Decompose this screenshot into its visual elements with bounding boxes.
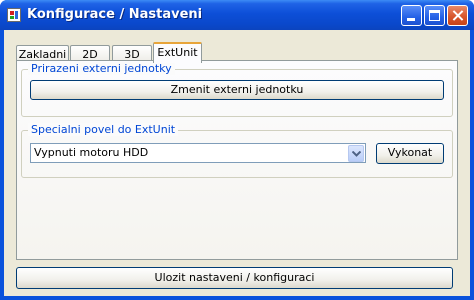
- command-select[interactable]: Vypnuti motoru HDD: [30, 143, 366, 163]
- maximize-button[interactable]: [424, 5, 445, 26]
- execute-button[interactable]: Vykonat: [376, 143, 444, 164]
- group-legend: Prirazeni externi jednotky: [28, 62, 175, 75]
- save-config-button[interactable]: Ulozit nastaveni / konfiguraci: [16, 267, 453, 289]
- button-label: Vykonat: [387, 146, 433, 159]
- app-icon: [7, 8, 21, 22]
- minimize-button[interactable]: [401, 5, 422, 26]
- minimize-icon: [407, 18, 415, 21]
- group-external-unit: Prirazeni externi jednotky Zmenit extern…: [21, 62, 453, 117]
- title-bar[interactable]: Konfigurace / Nastaveni: [0, 0, 474, 30]
- tab-extunit[interactable]: ExtUnit: [153, 42, 202, 63]
- group-legend: Specialni povel do ExtUnit: [28, 123, 179, 136]
- maximize-icon: [429, 10, 440, 21]
- client-area: Zakladni 2D 3D ExtUnit Prirazeni externi…: [4, 30, 470, 296]
- chevron-down-icon[interactable]: [348, 145, 364, 162]
- button-label: Ulozit nastaveni / konfiguraci: [154, 271, 315, 284]
- group-special-command: Specialni povel do ExtUnit Vypnuti motor…: [21, 123, 453, 178]
- button-label: Zmenit externi jednotku: [170, 83, 304, 96]
- change-external-unit-button[interactable]: Zmenit externi jednotku: [30, 80, 444, 100]
- tab-page-extunit: Prirazeni externi jednotky Zmenit extern…: [16, 60, 458, 260]
- close-button[interactable]: [447, 5, 468, 26]
- combo-value: Vypnuti motoru HDD: [34, 146, 149, 159]
- main-window: Konfigurace / Nastaveni Zakladni 2D 3D E…: [0, 0, 474, 300]
- window-title: Konfigurace / Nastaveni: [27, 7, 203, 22]
- tab-label: ExtUnit: [157, 46, 198, 59]
